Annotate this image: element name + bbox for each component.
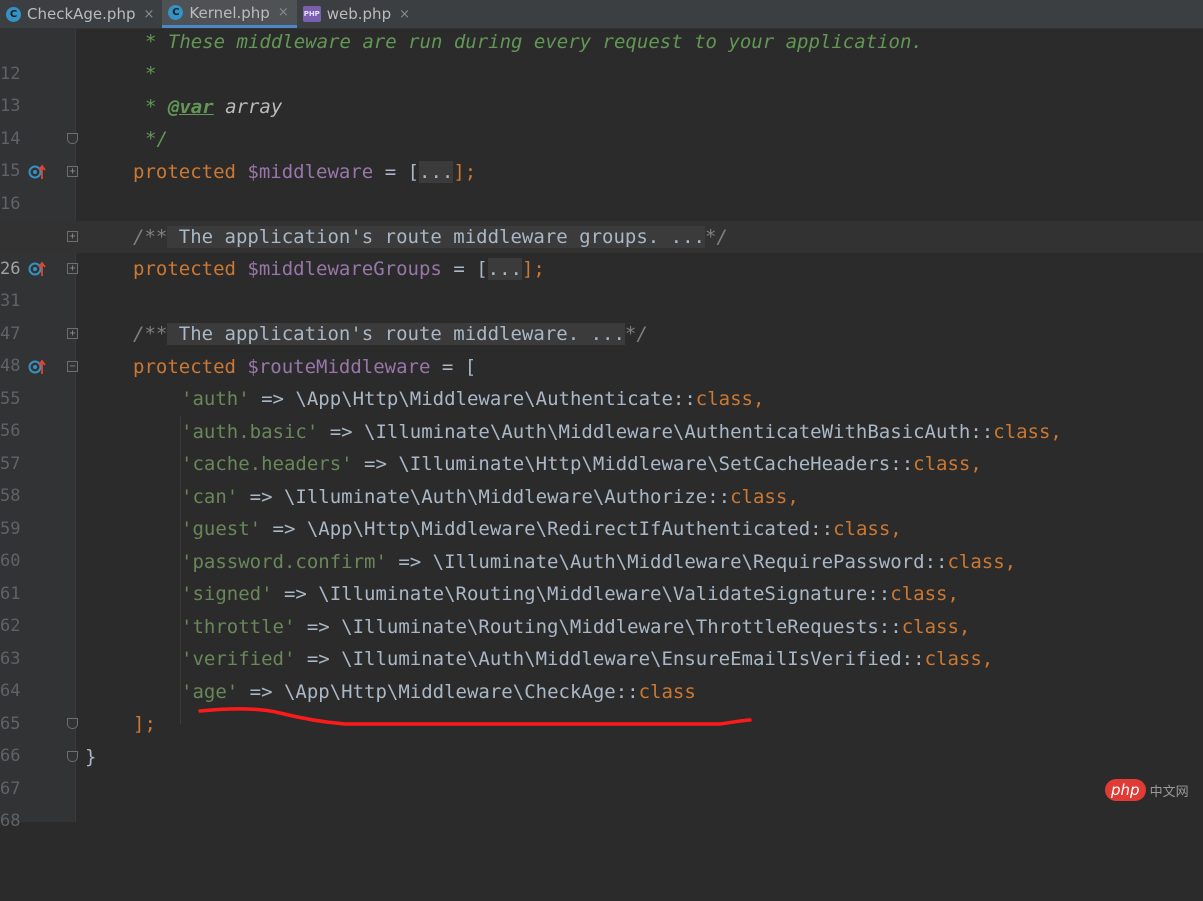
fold-expand-icon[interactable]: + <box>67 166 78 177</box>
code-line: 63 'throttle' => \Illuminate\Routing\Mid… <box>0 611 1203 669</box>
watermark-text: 中文网 <box>1149 784 1189 800</box>
folded-region[interactable]: ... <box>487 258 522 280</box>
code-line: 58 'cache.headers' => \Illuminate\Http\M… <box>0 448 1203 506</box>
fold-expand-icon[interactable]: + <box>67 328 78 339</box>
folded-region[interactable]: The application's route middleware. ... <box>167 323 625 345</box>
fold-expand-icon[interactable]: + <box>67 263 78 274</box>
code-line: 62 'signed' => \Illuminate\Routing\Middl… <box>0 578 1203 636</box>
code-line: 56 'auth' => \App\Http\Middleware\Authen… <box>0 383 1203 441</box>
close-icon[interactable]: × <box>143 7 154 22</box>
code-line: 67 } <box>0 741 1203 799</box>
fold-end-icon[interactable] <box>67 718 78 729</box>
code-line: 16 + protected $middleware = [...]; <box>0 156 1203 214</box>
override-marker-icon[interactable] <box>28 261 46 277</box>
code-line: 47 <box>0 286 1203 344</box>
tab-label: web.php <box>326 5 392 23</box>
code-line: 31 + protected $middlewareGroups = [...]… <box>0 253 1203 311</box>
code-line: 48 + /** The application's route middlew… <box>0 318 1203 376</box>
fold-collapse-icon[interactable]: − <box>67 361 78 372</box>
code-line: 14 * @var array <box>0 91 1203 149</box>
override-marker-icon[interactable] <box>28 359 46 375</box>
code-line: 61 'password.confirm' => \Illuminate\Aut… <box>0 546 1203 604</box>
code-line: 64 'verified' => \Illuminate\Auth\Middle… <box>0 643 1203 701</box>
tab-label: CheckAge.php <box>27 5 136 23</box>
fold-expand-icon[interactable]: + <box>67 231 78 242</box>
code-line: 60 'guest' => \App\Http\Middleware\Redir… <box>0 513 1203 571</box>
close-icon[interactable]: × <box>399 7 410 22</box>
php-class-icon: C <box>168 5 184 20</box>
close-icon[interactable]: × <box>278 5 289 20</box>
code-line: 68 <box>0 773 1203 831</box>
php-logo: php <box>1105 779 1146 801</box>
fold-end-icon[interactable] <box>67 751 78 762</box>
code-line: 57 'auth.basic' => \Illuminate\Auth\Midd… <box>0 416 1203 474</box>
php-file-icon: PHP <box>302 6 321 22</box>
folded-region[interactable]: The application's route middleware group… <box>167 226 705 248</box>
editor-tab-bar: C CheckAge.php × C Kernel.php × PHP web.… <box>0 0 1203 29</box>
code-line: 15 */ <box>0 123 1203 181</box>
code-line: 66 ]; <box>0 708 1203 766</box>
code-editor[interactable]: 12 * These middleware are run during eve… <box>0 26 1203 831</box>
code-line: 59 'can' => \Illuminate\Auth\Middleware\… <box>0 481 1203 539</box>
php-class-icon: C <box>6 6 21 22</box>
code-line: 12 * These middleware are run during eve… <box>0 26 1203 84</box>
site-watermark: php 中文网 <box>1105 778 1189 802</box>
code-line-current: 26 + /** The application's route middlew… <box>0 221 1203 279</box>
line-number: 68 <box>0 811 21 831</box>
code-line: 55 − protected $routeMiddleware = [ <box>0 351 1203 409</box>
folded-region[interactable]: ... <box>419 161 454 183</box>
code-line: 13 * <box>0 58 1203 116</box>
override-marker-icon[interactable] <box>28 164 46 180</box>
tab-web-php[interactable]: PHP web.php × <box>297 0 418 28</box>
tab-label: Kernel.php <box>189 3 270 22</box>
code-line-highlighted: 65 'age' => \App\Http\Middleware\CheckAg… <box>0 676 1203 734</box>
fold-end-icon[interactable] <box>67 133 78 144</box>
tab-kernel-php[interactable]: C Kernel.php × <box>162 0 297 28</box>
code-line: 25 <box>0 188 1203 246</box>
tab-checkage-php[interactable]: C CheckAge.php × <box>0 0 162 28</box>
